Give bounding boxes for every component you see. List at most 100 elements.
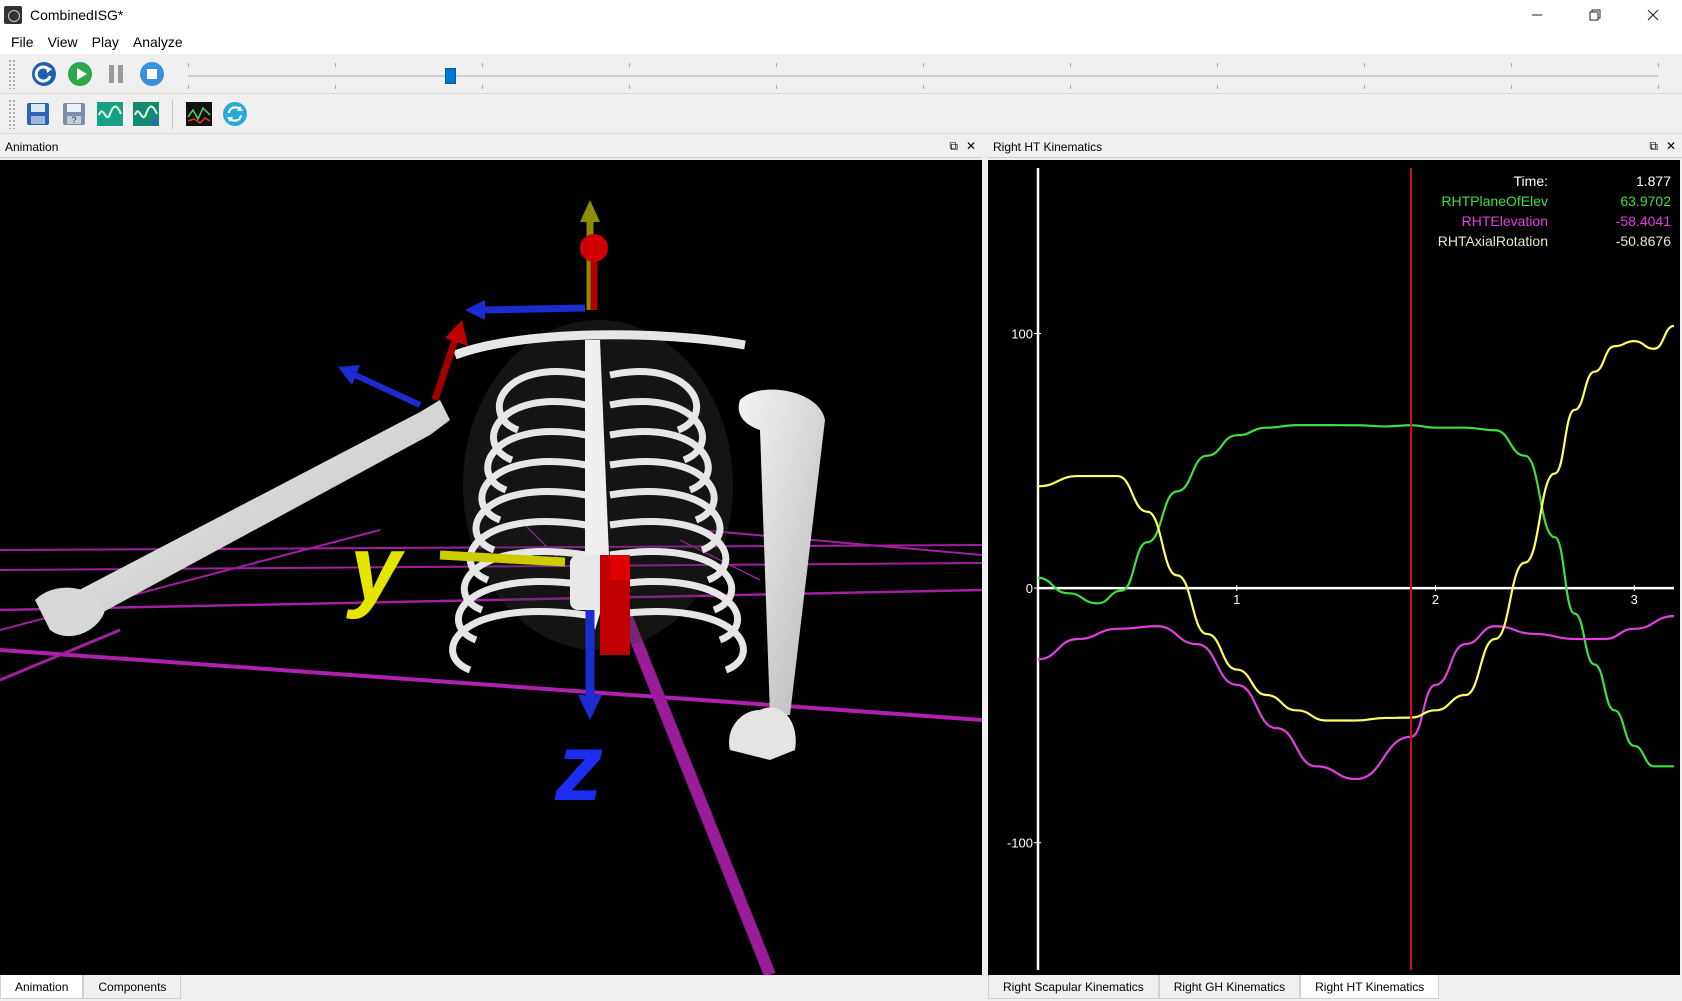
refresh-icon: [32, 61, 56, 86]
left-tab-bar: Animation Components: [0, 975, 982, 1001]
y-tick-label: -100: [1007, 836, 1033, 851]
save-as-button[interactable]: ?: [59, 99, 89, 129]
readout-value-elevation: -58.4041: [1616, 213, 1671, 229]
edit-motion-button[interactable]: [131, 99, 161, 129]
toolbar-grip[interactable]: [8, 98, 16, 129]
readout-label-planeofelev: RHTPlaneOfElev: [1441, 193, 1548, 209]
timeline-tick: [1511, 62, 1512, 67]
motion-icon: [97, 101, 123, 126]
readout-value-planeofelev: 63.9702: [1620, 193, 1671, 209]
title-bar: CombinedISG*: [0, 0, 1682, 30]
kinematics-plot[interactable]: 1 2 3 100 0 -100 Time: 1.877 RHTPlaneOfElev 6…: [988, 160, 1680, 975]
axis-z-label: z: [554, 714, 603, 821]
series-line-rhtaxialrotation: [1037, 324, 1675, 722]
pause-button[interactable]: [101, 59, 131, 89]
readout-label-axialrotation: RHTAxialRotation: [1438, 233, 1548, 249]
timeline-tick: [629, 62, 630, 67]
animation-viewport[interactable]: y z: [0, 160, 982, 975]
svg-text:?: ?: [71, 115, 76, 125]
readout-time-value: 1.877: [1636, 173, 1671, 189]
animation-panel-title: Animation: [5, 139, 59, 154]
tab-components[interactable]: Components: [83, 975, 182, 999]
tab-right-scapular-kinematics[interactable]: Right Scapular Kinematics: [988, 975, 1159, 999]
kinematics-chart[interactable]: 1 2 3 100 0 -100 Time: 1.877 RHTPlaneOfElev 6…: [988, 160, 1680, 975]
timeline-tick: [482, 84, 483, 89]
sync-button[interactable]: [220, 99, 250, 129]
readout-label-elevation: RHTElevation: [1462, 213, 1548, 229]
load-motion-button[interactable]: [95, 99, 125, 129]
minimize-icon: [1532, 14, 1542, 16]
timeline-tick: [1658, 84, 1659, 89]
timeline-tick: [923, 84, 924, 89]
series-line-rhtelevation: [1037, 615, 1675, 781]
plot-panel-title: Right HT Kinematics: [993, 139, 1103, 154]
refresh-button[interactable]: [29, 59, 59, 89]
timeline-tick: [923, 62, 924, 67]
menu-file[interactable]: File: [4, 34, 41, 50]
x-tick-label: 1: [1233, 592, 1240, 607]
animation-panel-header: Animation ⧉ ✕: [0, 136, 982, 158]
save-button[interactable]: [23, 99, 53, 129]
timeline-tick: [1217, 84, 1218, 89]
main-toolbar: ?: [0, 94, 1682, 134]
y-tick-label: 100: [1011, 326, 1033, 341]
timeline-tick: [1070, 84, 1071, 89]
close-panel-icon[interactable]: ✕: [1666, 139, 1676, 154]
motion-edit-icon: [133, 101, 159, 126]
rib-cage: [449, 320, 747, 674]
series-line-rhtplaneofelev: [1037, 424, 1674, 768]
timeline-tick: [335, 62, 336, 67]
timeline-tick: [1070, 62, 1071, 67]
tab-right-gh-kinematics[interactable]: Right GH Kinematics: [1158, 975, 1301, 999]
save-as-icon: ?: [63, 102, 85, 125]
app-window: CombinedISG* File View Play Analyze ? An…: [0, 0, 1682, 1001]
float-panel-icon[interactable]: ⧉: [1649, 139, 1658, 154]
x-tick-label: 3: [1631, 592, 1638, 607]
timeline-tick: [776, 62, 777, 67]
window-title: CombinedISG*: [30, 7, 124, 23]
pause-icon: [109, 64, 123, 83]
tab-animation[interactable]: Animation: [0, 975, 84, 999]
timeline-tick: [188, 62, 189, 67]
axis-y-label: y: [346, 518, 405, 620]
value-readout: Time: 1.877 RHTPlaneOfElev 63.9702 RHTEl…: [1438, 173, 1671, 249]
restore-button[interactable]: [1566, 0, 1624, 30]
timeline-tick: [776, 84, 777, 89]
float-panel-icon[interactable]: ⧉: [949, 139, 958, 154]
timeline-thumb[interactable]: [445, 67, 457, 84]
window-controls: [1508, 0, 1682, 30]
right-tab-bar: Right Scapular Kinematics Right GH Kinem…: [988, 975, 1682, 1001]
stop-button[interactable]: [137, 59, 167, 89]
plotter-button[interactable]: [184, 99, 214, 129]
menu-play[interactable]: Play: [85, 34, 126, 50]
timeline-slider[interactable]: [188, 59, 1659, 89]
plot-panel-header: Right HT Kinematics ⧉ ✕: [988, 136, 1682, 158]
app-icon: [4, 6, 22, 24]
minimize-button[interactable]: [1508, 0, 1566, 30]
timeline-tick: [482, 62, 483, 67]
readout-time-label: Time:: [1514, 173, 1548, 189]
timeline-tick: [1364, 62, 1365, 67]
menu-analyze[interactable]: Analyze: [126, 34, 190, 50]
menu-view[interactable]: View: [41, 34, 85, 50]
timeline-tick: [188, 84, 189, 89]
scene-3d[interactable]: y z: [0, 160, 982, 975]
timeline-tick: [1658, 62, 1659, 67]
timeline-track: [188, 74, 1658, 77]
tab-right-ht-kinematics[interactable]: Right HT Kinematics: [1300, 975, 1440, 999]
toolbar-grip[interactable]: [8, 58, 16, 89]
close-button[interactable]: [1624, 0, 1682, 30]
save-icon: [27, 102, 49, 125]
x-tick-label: 2: [1432, 592, 1439, 607]
readout-value-axialrotation: -50.8676: [1616, 233, 1671, 249]
restore-icon: [1589, 9, 1601, 21]
play-button[interactable]: [65, 59, 95, 89]
close-panel-icon[interactable]: ✕: [966, 139, 976, 154]
play-icon: [68, 61, 92, 86]
timeline-tick: [1217, 62, 1218, 67]
stop-icon: [140, 61, 164, 86]
plot-icon: [186, 101, 212, 126]
close-icon: [1647, 9, 1659, 21]
timeline-tick: [629, 84, 630, 89]
menu-bar: File View Play Analyze: [0, 30, 1682, 54]
